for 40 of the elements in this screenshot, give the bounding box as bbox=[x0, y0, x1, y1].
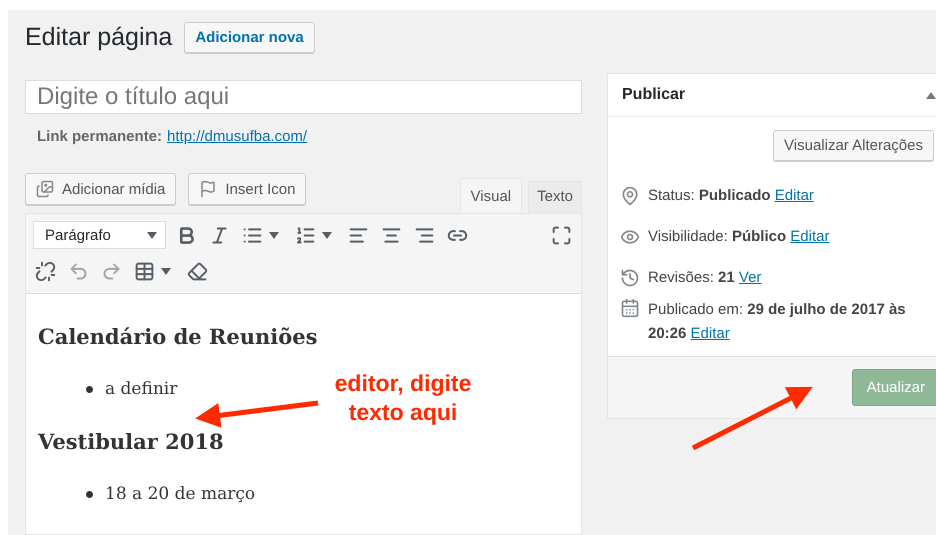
content-heading: Calendário de Reuniões bbox=[38, 324, 318, 349]
editor-tab[interactable]: Texto bbox=[528, 181, 582, 213]
collapse-toggle-icon[interactable] bbox=[926, 92, 936, 98]
redo-icon bbox=[101, 260, 122, 282]
permalink-label: Link permanente: bbox=[37, 128, 162, 145]
unlink-icon bbox=[35, 260, 56, 282]
edit-link[interactable]: Editar bbox=[790, 228, 830, 244]
editor-tab[interactable]: Visual bbox=[460, 178, 522, 213]
calendar-icon bbox=[620, 298, 640, 318]
annotation-text: editor, digite texto aqui bbox=[334, 369, 472, 427]
numbered-list-icon bbox=[295, 224, 316, 246]
undo-icon bbox=[68, 260, 89, 282]
caret-icon bbox=[269, 232, 279, 238]
format-select[interactable]: Parágrafo bbox=[33, 221, 166, 249]
edit-link[interactable]: Ver bbox=[738, 268, 762, 286]
add-media-button[interactable]: Adicionar mídia bbox=[25, 173, 176, 205]
edit-link[interactable]: Editar bbox=[690, 325, 730, 342]
content-heading: Vestibular 2018 bbox=[38, 429, 225, 454]
content-list-item: 18 a 20 de março bbox=[86, 483, 569, 505]
add-new-button[interactable]: Adicionar nova bbox=[184, 22, 315, 53]
preview-changes-button[interactable]: Visualizar Alterações bbox=[773, 130, 934, 161]
flag-icon bbox=[199, 180, 218, 198]
table-icon bbox=[134, 260, 155, 282]
publish-info-text: Status: Publicado Editar bbox=[648, 186, 814, 206]
pin-icon bbox=[620, 186, 640, 206]
page-title: Editar página bbox=[25, 23, 172, 52]
caret-icon bbox=[161, 268, 171, 274]
publish-info-text: Publicado em: 29 de julho de 2017 às 20:26 Editar bbox=[648, 300, 907, 344]
permalink-link[interactable]: http://dmusufba.com/ bbox=[167, 128, 308, 145]
media-icon bbox=[36, 180, 54, 198]
publish-info-text: Revisões: 21 Ver bbox=[648, 268, 762, 288]
title-field[interactable]: Digite o título aqui bbox=[25, 80, 582, 114]
insert-icon-button[interactable]: Insert Icon bbox=[188, 173, 306, 205]
clear-icon bbox=[187, 260, 208, 282]
edit-link[interactable]: Editar bbox=[774, 186, 814, 204]
fullscreen-icon bbox=[551, 224, 572, 246]
history-icon bbox=[620, 268, 640, 288]
panel-title: Publicar bbox=[622, 86, 686, 104]
publish-info-text: Visibilidade: Público Editar bbox=[648, 226, 830, 246]
caret-icon bbox=[322, 232, 332, 238]
